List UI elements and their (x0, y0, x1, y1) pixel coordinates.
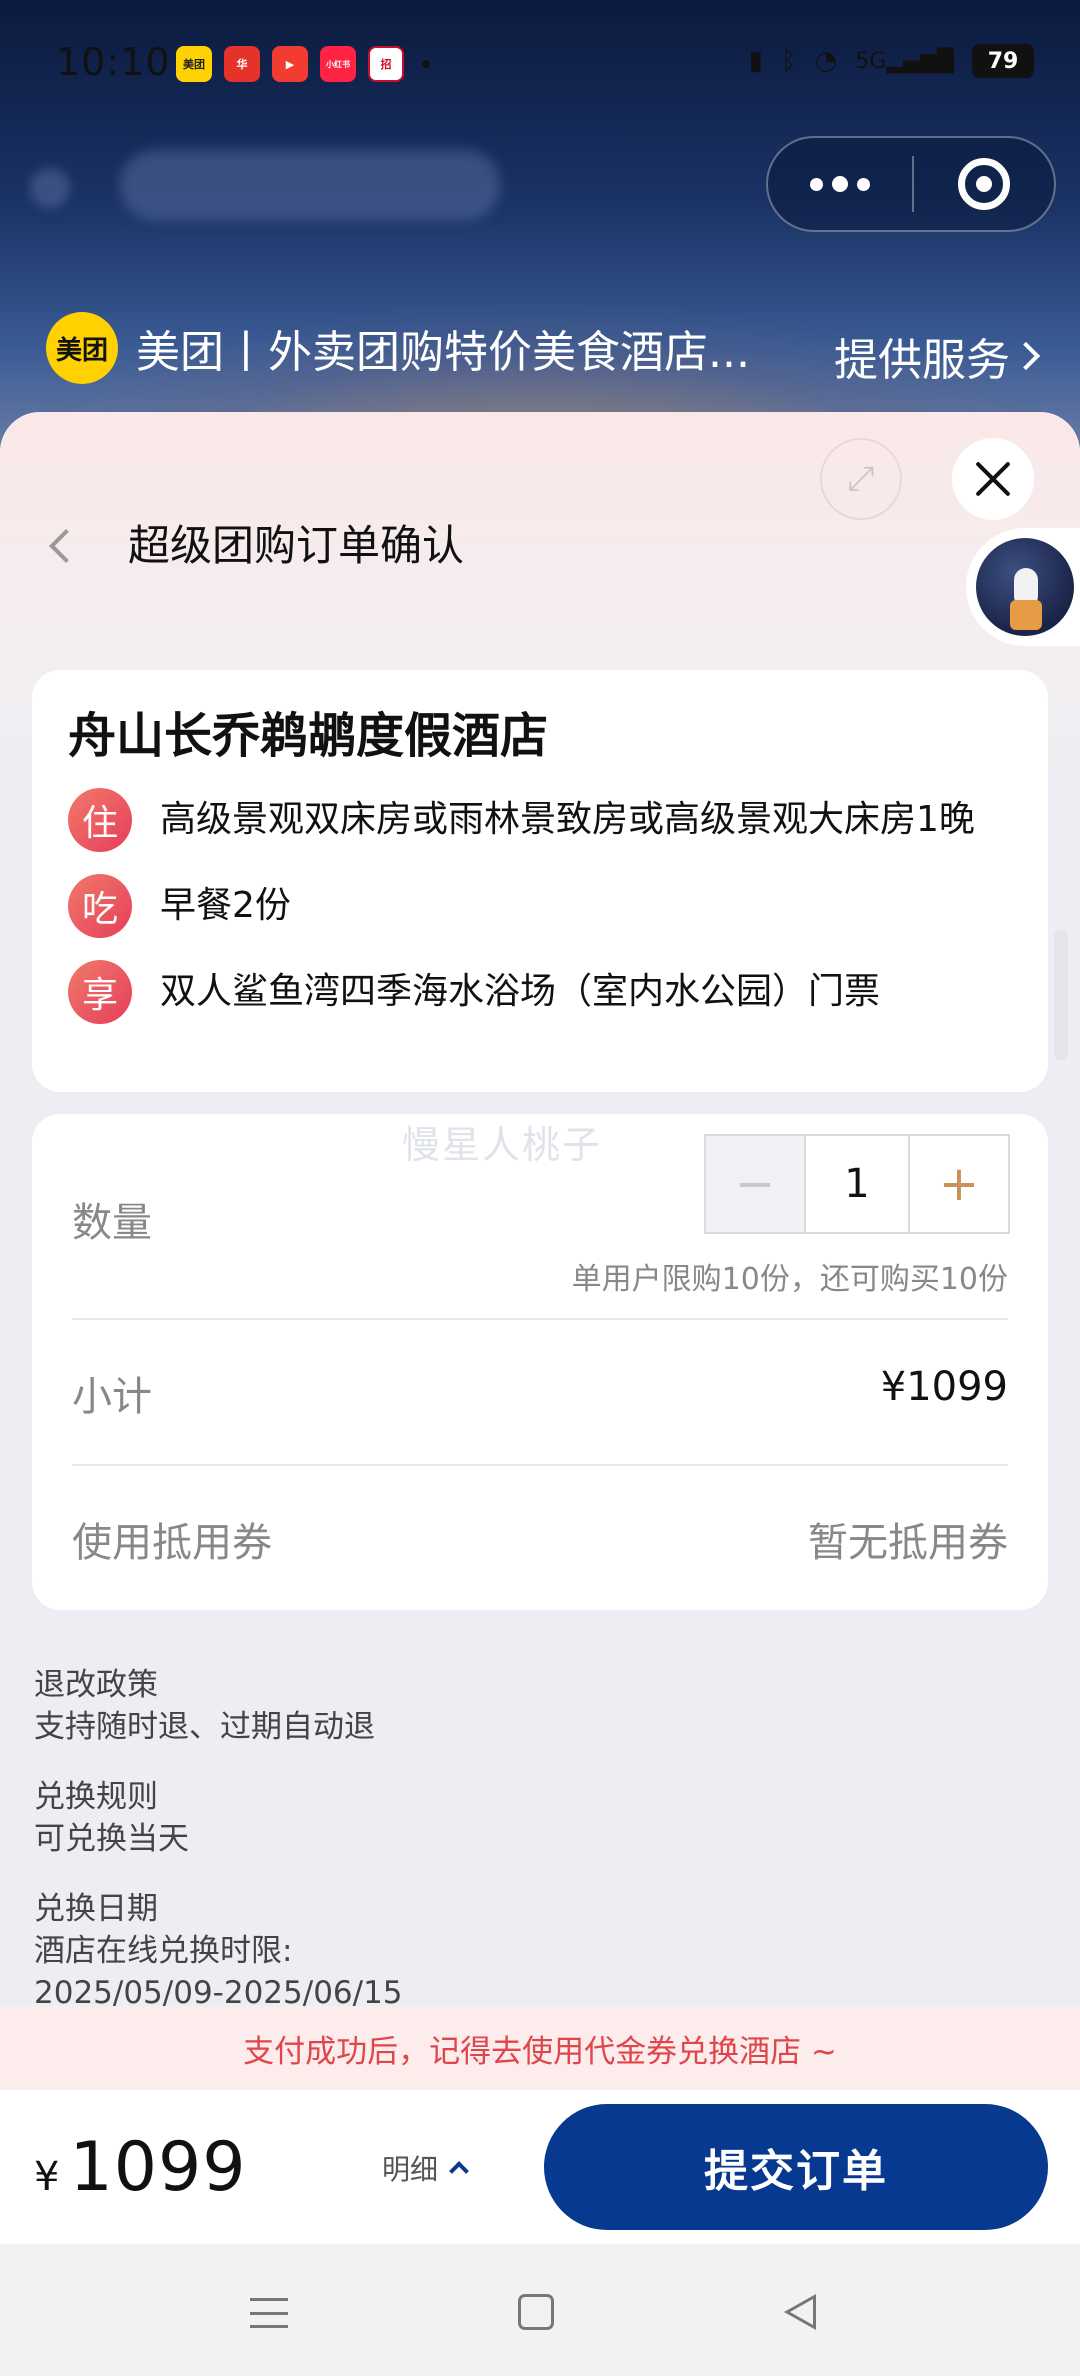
blurred-account-name (120, 150, 500, 220)
close-icon (973, 459, 1013, 499)
enjoy-badge: 享 (68, 960, 132, 1024)
exchange-rules-text: 可兑换当天 (34, 1821, 189, 1857)
signal-icon: 5G▂▄▆█ (855, 48, 954, 74)
floating-assistant[interactable] (966, 528, 1080, 646)
bank-app-icon: 招 (368, 46, 404, 82)
divider (72, 1464, 1008, 1466)
target-icon (958, 158, 1010, 210)
divider (72, 1318, 1008, 1320)
quantity-stepper: − 1 + (704, 1134, 1010, 1234)
decrease-button[interactable]: − (706, 1136, 806, 1232)
exchange-date-line1: 酒店在线兑换时限: (34, 1933, 293, 1969)
stay-badge: 住 (68, 788, 132, 852)
quantity-value[interactable]: 1 (806, 1136, 908, 1232)
hotel-card: 舟山长乔鹈鹕度假酒店 住 高级景观双床房或雨林景致房或高级景观大床房1晚 吃 早… (32, 670, 1048, 1092)
submit-order-button[interactable]: 提交订单 (544, 2104, 1048, 2230)
back-nav-button[interactable] (784, 2294, 816, 2330)
coupon-value[interactable]: 暂无抵用券 (808, 1510, 1008, 1568)
chevron-right-icon (1011, 341, 1041, 371)
chevron-left-icon (49, 529, 83, 563)
refund-policy-title: 退改政策 (34, 1667, 158, 1703)
vibrate-icon: ▮ (748, 46, 763, 76)
status-bar: 10:10 美团 华 ▶ 小红书 招 ▮ ᛒ ◔ 5G▂▄▆█ 79 (0, 0, 1080, 130)
exchange-date-title: 兑换日期 (34, 1891, 158, 1927)
battery-icon: 79 (972, 44, 1034, 78)
meal-text: 早餐2份 (160, 885, 291, 926)
subtotal-value: ¥1099 (880, 1364, 1008, 1410)
close-button[interactable] (952, 438, 1034, 520)
home-button[interactable] (518, 2294, 554, 2330)
recent-apps-button[interactable] (250, 2298, 288, 2328)
purchase-limit-note: 单用户限购10份，还可购买10份 (571, 1262, 1008, 1297)
price-detail-toggle[interactable]: 明细 (382, 2148, 469, 2188)
exchange-date: 兑换日期 酒店在线兑换时限: 2025/05/09-2025/06/15 (34, 1888, 403, 2014)
page-title: 超级团购订单确认 (128, 521, 465, 570)
currency-symbol: ¥ (34, 2154, 60, 2200)
hotel-name: 舟山长乔鹈鹕度假酒店 (68, 708, 549, 764)
refund-policy: 退改政策 支持随时退、过期自动退 (34, 1664, 403, 1748)
meituan-app-icon: 美团 (176, 46, 212, 82)
huawei-app-icon: 华 (224, 46, 260, 82)
expand-button[interactable]: ⤢ (820, 438, 902, 520)
price-detail-label: 明细 (382, 2153, 439, 2186)
service-title: 美团丨外卖团购特价美食酒店... (136, 327, 750, 378)
feature-meal: 吃 早餐2份 (68, 874, 1012, 938)
provide-service-label: 提供服务 (834, 335, 1010, 386)
exchange-rules-title: 兑换规则 (34, 1779, 158, 1815)
notification-icons: 美团 华 ▶ 小红书 招 (176, 46, 430, 82)
exchange-rules: 兑换规则 可兑换当天 (34, 1776, 403, 1860)
coupon-label[interactable]: 使用抵用券 (72, 1510, 272, 1568)
more-notifications-icon (422, 60, 430, 68)
policy-section: 退改政策 支持随时退、过期自动退 兑换规则 可兑换当天 兑换日期 酒店在线兑换时… (34, 1664, 403, 2042)
meituan-logo: 美团 (46, 312, 118, 384)
more-dots-icon[interactable] (768, 138, 912, 230)
enjoy-text: 双人鲨鱼湾四季海水浴场（室内水公园）门票 (160, 971, 881, 1012)
increase-button[interactable]: + (908, 1136, 1008, 1232)
checkout-bar: ¥ 1099 明细 提交订单 (0, 2090, 1080, 2244)
order-details-card: 慢星人桃子 数量 − 1 + 单用户限购10份，还可购买10份 小计 ¥1099… (32, 1114, 1048, 1610)
network-type: 5G (855, 48, 887, 74)
assistant-avatar (976, 538, 1074, 636)
quantity-label: 数量 (72, 1200, 152, 1246)
bluetooth-icon: ᛒ (780, 46, 797, 76)
xiaohongshu-app-icon: 小红书 (320, 46, 356, 82)
total-price: ¥ 1099 (34, 2128, 247, 2207)
refund-policy-text: 支持随时退、过期自动退 (34, 1709, 375, 1745)
miniprogram-capsule (766, 136, 1056, 232)
feature-stay: 住 高级景观双床房或雨林景致房或高级景观大床房1晚 (68, 788, 1012, 852)
provide-service-link[interactable]: 提供服务 (834, 324, 1041, 388)
status-time: 10:10 (56, 40, 171, 84)
feature-enjoy: 享 双人鲨鱼湾四季海水浴场（室内水公园）门票 (68, 960, 1012, 1024)
total-amount: 1099 (69, 2128, 247, 2207)
system-nav-bar (0, 2244, 1080, 2376)
meal-badge: 吃 (68, 874, 132, 938)
stay-text: 高级景观双床房或雨林景致房或高级景观大床房1晚 (160, 799, 975, 840)
chevron-up-icon (449, 2161, 469, 2181)
back-button[interactable] (36, 516, 96, 576)
watermark: 慢星人桃子 (402, 1123, 603, 1167)
subtotal-label: 小计 (72, 1374, 152, 1420)
payment-tip-bar: 支付成功后，记得去使用代金券兑换酒店 ~ (0, 2006, 1080, 2090)
system-icons: ▮ ᛒ ◔ 5G▂▄▆█ 79 (749, 44, 1034, 78)
scrollbar[interactable] (1054, 930, 1068, 1060)
expand-icon: ⤢ (847, 459, 875, 499)
video-app-icon: ▶ (272, 46, 308, 82)
service-provider-row[interactable]: 美团 美团丨外卖团购特价美食酒店... 提供服务 (46, 310, 1041, 388)
blurred-avatar (30, 168, 70, 208)
exit-miniprogram-button[interactable] (914, 158, 1054, 210)
wifi-icon: ◔ (814, 46, 838, 76)
